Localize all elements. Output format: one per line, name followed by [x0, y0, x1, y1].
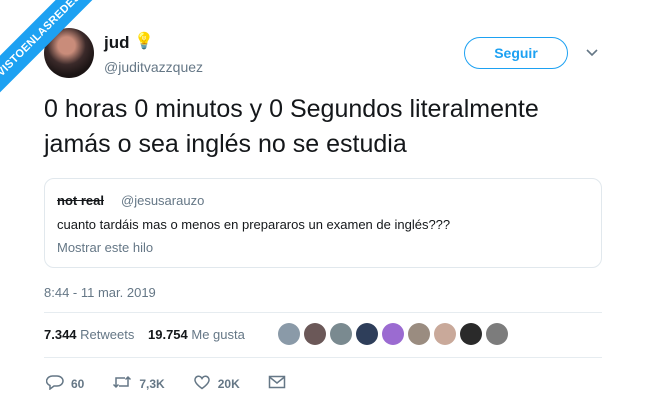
liker-avatar[interactable]: [408, 323, 430, 345]
retweet-icon: [112, 374, 139, 393]
chevron-down-icon[interactable]: [586, 44, 598, 60]
retweet-label[interactable]: Retweets: [80, 327, 134, 342]
liker-avatar[interactable]: [356, 323, 378, 345]
mail-icon: [268, 375, 293, 392]
liker-avatar[interactable]: [330, 323, 352, 345]
liker-avatar[interactable]: [460, 323, 482, 345]
liker-avatar[interactable]: [434, 323, 456, 345]
liker-avatar[interactable]: [304, 323, 326, 345]
reply-icon: [45, 374, 71, 393]
divider: [44, 312, 602, 313]
quoted-tweet-text: cuanto tardáis mas o menos en prepararos…: [57, 217, 451, 232]
follow-button[interactable]: Seguir: [464, 37, 568, 69]
heart-icon: [193, 374, 218, 393]
tweet-timestamp[interactable]: 8:44 - 11 mar. 2019: [44, 285, 156, 300]
like-label[interactable]: Me gusta: [191, 327, 244, 342]
like-count[interactable]: 19.754: [148, 327, 188, 342]
liker-avatars: [278, 323, 508, 345]
quoted-author-handle: @jesusarauzo: [121, 193, 205, 208]
message-button[interactable]: [268, 375, 293, 392]
lightbulb-icon: 💡: [134, 33, 154, 50]
action-bar: 60 7,3K 20K: [45, 374, 321, 393]
engagement-stats: 7.344 Retweets 19.754 Me gusta: [44, 327, 255, 342]
retweet-count[interactable]: 7.344: [44, 327, 77, 342]
show-thread-link[interactable]: Mostrar este hilo: [57, 240, 153, 255]
liker-avatar[interactable]: [486, 323, 508, 345]
liker-avatar[interactable]: [278, 323, 300, 345]
retweet-button[interactable]: 7,3K: [112, 374, 165, 393]
liker-avatar[interactable]: [382, 323, 404, 345]
like-button[interactable]: 20K: [193, 374, 240, 393]
retweet-action-count: 7,3K: [139, 376, 165, 391]
author-handle[interactable]: @juditvazzquez: [104, 59, 203, 75]
quoted-tweet[interactable]: not real @jesusarauzo cuanto tardáis mas…: [44, 178, 602, 268]
reply-count: 60: [71, 376, 85, 391]
like-action-count: 20K: [217, 376, 240, 391]
reply-button[interactable]: 60: [45, 374, 85, 393]
quoted-author-name: not real: [57, 193, 104, 208]
divider: [44, 357, 602, 358]
tweet-text: 0 horas 0 minutos y 0 Segundos literalme…: [44, 95, 539, 158]
author-name[interactable]: jud: [104, 33, 130, 53]
